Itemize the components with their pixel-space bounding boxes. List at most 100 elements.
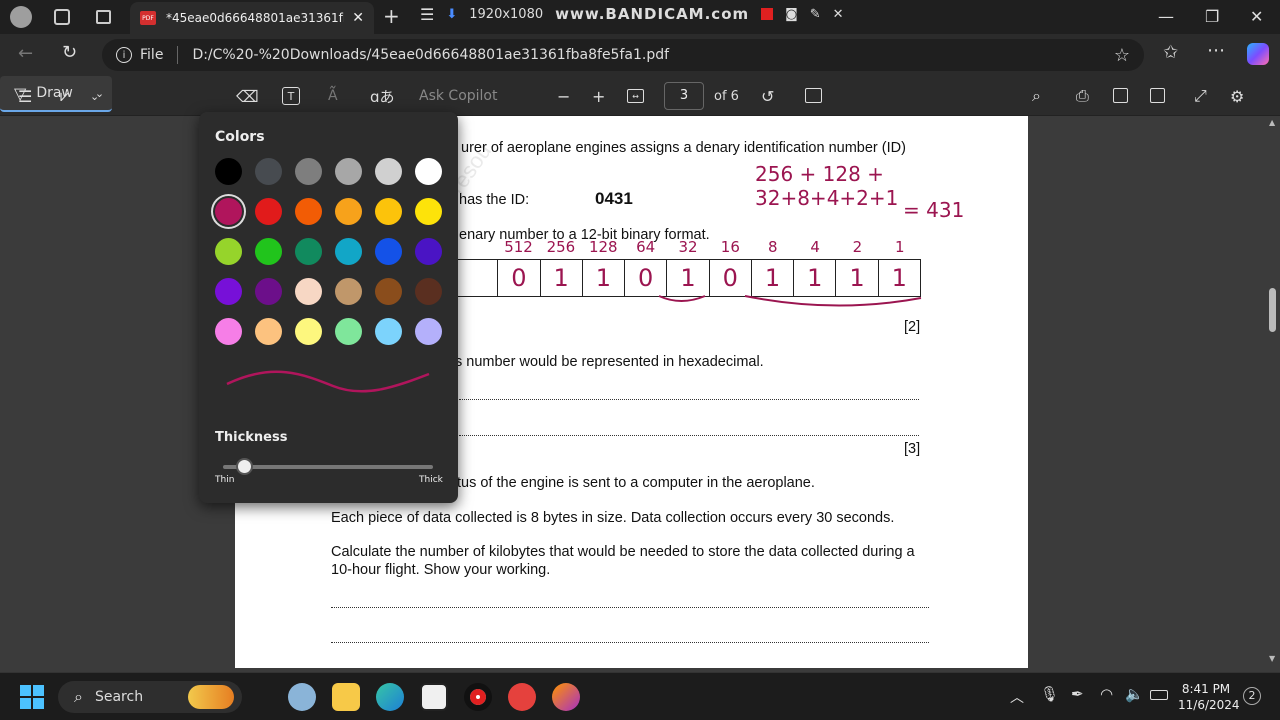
microphone-icon[interactable]: 🎙 xyxy=(1040,685,1059,703)
minimize-icon[interactable]: — xyxy=(1158,7,1174,26)
fit-page-icon[interactable]: ↔ xyxy=(627,89,644,103)
edge-app-icon[interactable] xyxy=(376,683,404,711)
page-view-icon[interactable] xyxy=(805,88,822,103)
highlight-icon[interactable]: ⩗ xyxy=(60,84,69,108)
eraser-icon[interactable]: ⌫ xyxy=(236,84,259,108)
favorites-icon[interactable]: ✩ xyxy=(1163,42,1178,63)
workspaces-icon[interactable] xyxy=(54,9,70,25)
scroll-down-icon[interactable]: ▼ xyxy=(1269,654,1275,663)
color-swatch[interactable] xyxy=(375,158,402,185)
firefox-app-icon[interactable] xyxy=(552,683,580,711)
color-swatch[interactable] xyxy=(215,278,242,305)
color-swatch[interactable] xyxy=(215,238,242,265)
profile-avatar-icon[interactable] xyxy=(10,6,32,28)
back-icon[interactable]: ← xyxy=(18,43,33,64)
thickness-slider-track[interactable] xyxy=(223,465,433,469)
address-separator xyxy=(177,46,179,64)
taskbar-search[interactable]: ⌕ Search xyxy=(58,681,242,713)
settings-gear-icon[interactable]: ⚙ xyxy=(1230,84,1244,108)
color-swatch[interactable] xyxy=(415,318,442,345)
vertical-scrollbar[interactable]: ▲ ▼ xyxy=(1266,116,1280,668)
thin-label: Thin xyxy=(215,475,235,485)
fullscreen-icon[interactable]: ⤢ xyxy=(1194,84,1207,108)
browser-tab-bar: PDF *45eae0d66648801ae31361fba8fe5fa1.pd… xyxy=(0,0,1280,34)
settings-app-icon[interactable] xyxy=(288,683,316,711)
print-icon[interactable]: ⎙ xyxy=(1076,84,1089,108)
rotate-icon[interactable]: ↺ xyxy=(761,84,774,108)
zoom-out-icon[interactable]: − xyxy=(557,84,570,108)
notion-app-icon[interactable] xyxy=(420,683,448,711)
refresh-icon[interactable]: ↻ xyxy=(62,42,77,63)
wifi-icon[interactable]: ◠ xyxy=(1100,685,1113,703)
file-explorer-icon[interactable] xyxy=(332,683,360,711)
info-icon[interactable]: i xyxy=(116,47,132,63)
pen-icon[interactable]: ✒ xyxy=(1071,685,1084,703)
favorite-star-icon[interactable]: ☆ xyxy=(1114,45,1130,66)
restore-icon[interactable]: ❐ xyxy=(1205,7,1219,26)
color-swatch[interactable] xyxy=(375,198,402,225)
thickness-slider-knob[interactable] xyxy=(235,458,253,475)
stroke-preview xyxy=(226,370,430,393)
menu-icon: ☰ xyxy=(420,4,435,24)
save-icon[interactable] xyxy=(1113,88,1128,103)
save-as-icon[interactable] xyxy=(1150,88,1165,103)
color-swatch[interactable] xyxy=(335,278,362,305)
color-swatch[interactable] xyxy=(335,238,362,265)
close-tab-icon[interactable]: ✕ xyxy=(352,10,364,26)
recording-overlay: ☰ ⬇ 1920x1080 www.BANDICAM.com ◙ ✎ ✕ xyxy=(420,2,860,26)
color-swatch[interactable] xyxy=(295,238,322,265)
notification-badge[interactable]: 2 xyxy=(1243,687,1261,705)
color-swatch[interactable] xyxy=(295,198,322,225)
recording-brand: www.BANDICAM.com xyxy=(555,5,750,23)
color-swatch[interactable] xyxy=(335,158,362,185)
color-swatch[interactable] xyxy=(415,158,442,185)
taskbar-clock[interactable]: 8:41 PM 11/6/2024 xyxy=(1178,681,1240,713)
marks-3: [3] xyxy=(904,441,921,457)
color-swatch[interactable] xyxy=(255,158,282,185)
page-number-input[interactable]: 3 xyxy=(664,82,704,110)
color-swatch[interactable] xyxy=(415,198,442,225)
scroll-up-icon[interactable]: ▲ xyxy=(1269,118,1275,127)
close-window-icon[interactable]: ✕ xyxy=(1250,7,1263,26)
contents-icon[interactable]: ☰ xyxy=(18,84,32,108)
translate-icon[interactable]: ɑあ xyxy=(370,84,395,108)
color-swatch[interactable] xyxy=(375,278,402,305)
wps-app-icon[interactable] xyxy=(508,683,536,711)
ask-copilot-button[interactable]: Ask Copilot xyxy=(419,84,498,108)
color-swatch[interactable] xyxy=(415,238,442,265)
color-swatch[interactable] xyxy=(215,158,242,185)
color-swatch[interactable] xyxy=(335,318,362,345)
volume-icon[interactable]: 🔈 xyxy=(1125,685,1144,703)
address-bar[interactable]: i File D:/C%20-%20Downloads/45eae0d66648… xyxy=(102,39,1144,71)
color-swatch[interactable] xyxy=(295,158,322,185)
start-windows-icon[interactable] xyxy=(20,685,44,709)
zoom-in-icon[interactable]: + xyxy=(592,84,605,108)
color-swatch[interactable] xyxy=(255,278,282,305)
clock-time: 8:41 PM xyxy=(1181,682,1231,696)
text-box-icon[interactable]: T xyxy=(282,87,300,105)
search-document-icon[interactable]: ⌕ xyxy=(1032,84,1041,108)
battery-icon[interactable] xyxy=(1150,690,1168,700)
color-swatch[interactable] xyxy=(215,198,242,225)
recorder-app-icon[interactable] xyxy=(464,683,492,711)
more-menu-icon[interactable]: ⋯ xyxy=(1207,40,1225,61)
active-tab[interactable]: PDF *45eae0d66648801ae31361fba8fe5fa1.pd… xyxy=(130,2,374,34)
tab-actions-icon[interactable] xyxy=(96,10,111,24)
color-swatch[interactable] xyxy=(375,318,402,345)
color-swatch[interactable] xyxy=(215,318,242,345)
copilot-icon[interactable] xyxy=(1247,43,1269,65)
color-swatch[interactable] xyxy=(335,198,362,225)
color-swatch[interactable] xyxy=(295,278,322,305)
color-swatch[interactable] xyxy=(295,318,322,345)
color-swatch[interactable] xyxy=(375,238,402,265)
new-tab-icon[interactable]: + xyxy=(383,4,400,28)
show-hidden-icons-icon[interactable]: ︿ xyxy=(1010,687,1024,707)
color-swatch[interactable] xyxy=(255,318,282,345)
scrollbar-thumb[interactable] xyxy=(1269,288,1276,332)
read-aloud-icon[interactable]: A᷉ xyxy=(328,84,338,108)
address-url[interactable]: D:/C%20-%20Downloads/45eae0d66648801ae31… xyxy=(192,47,669,63)
color-swatch[interactable] xyxy=(255,238,282,265)
color-swatch[interactable] xyxy=(415,278,442,305)
color-swatch[interactable] xyxy=(255,198,282,225)
highlight-dropdown-icon[interactable]: ⌄ xyxy=(90,84,99,108)
